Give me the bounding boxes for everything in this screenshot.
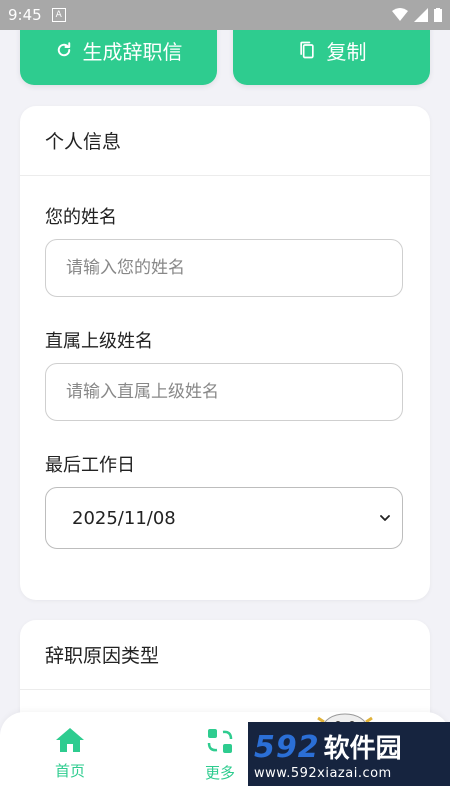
notification-icon: A (51, 8, 66, 22)
status-bar: 9:45 A (0, 0, 450, 30)
last-day-label: 最后工作日 (45, 455, 135, 476)
last-day-select[interactable]: 2025/11/08 (45, 487, 403, 549)
reason-type-title: 辞职原因类型 (20, 620, 430, 690)
signal-icon (414, 8, 428, 22)
watermark-logo: 592 软件园 www.592xiazai.com (248, 722, 450, 786)
personal-info-card: 个人信息 您的姓名 直属上级姓名 最后工作日 2025/11/08 (20, 106, 430, 600)
wifi-icon (392, 8, 408, 21)
generate-letter-label: 生成辞职信 (82, 39, 183, 64)
nav-home-label: 首页 (54, 762, 85, 780)
nav-more[interactable]: 更多 (205, 726, 235, 783)
refresh-icon (57, 42, 70, 57)
watermark-brand: 软件园 (323, 733, 402, 764)
chevron-down-icon (380, 515, 390, 521)
watermark-number: 592 (254, 729, 320, 765)
copy-icon (299, 41, 314, 59)
manager-name-label: 直属上级姓名 (45, 331, 153, 352)
battery-icon (434, 8, 442, 22)
copy-label: 复制 (326, 39, 367, 64)
personal-info-title: 个人信息 (20, 106, 430, 176)
name-label: 您的姓名 (45, 207, 117, 228)
last-day-value: 2025/11/08 (72, 507, 176, 529)
nav-more-label: 更多 (205, 764, 236, 782)
name-input[interactable] (45, 239, 403, 297)
nav-home[interactable]: 首页 (54, 726, 86, 781)
grid-swap-icon (207, 729, 233, 753)
status-time: 9:45 (8, 6, 42, 24)
manager-name-input[interactable] (45, 363, 403, 421)
home-icon (56, 728, 84, 752)
watermark-url: www.592xiazai.com (254, 765, 392, 781)
